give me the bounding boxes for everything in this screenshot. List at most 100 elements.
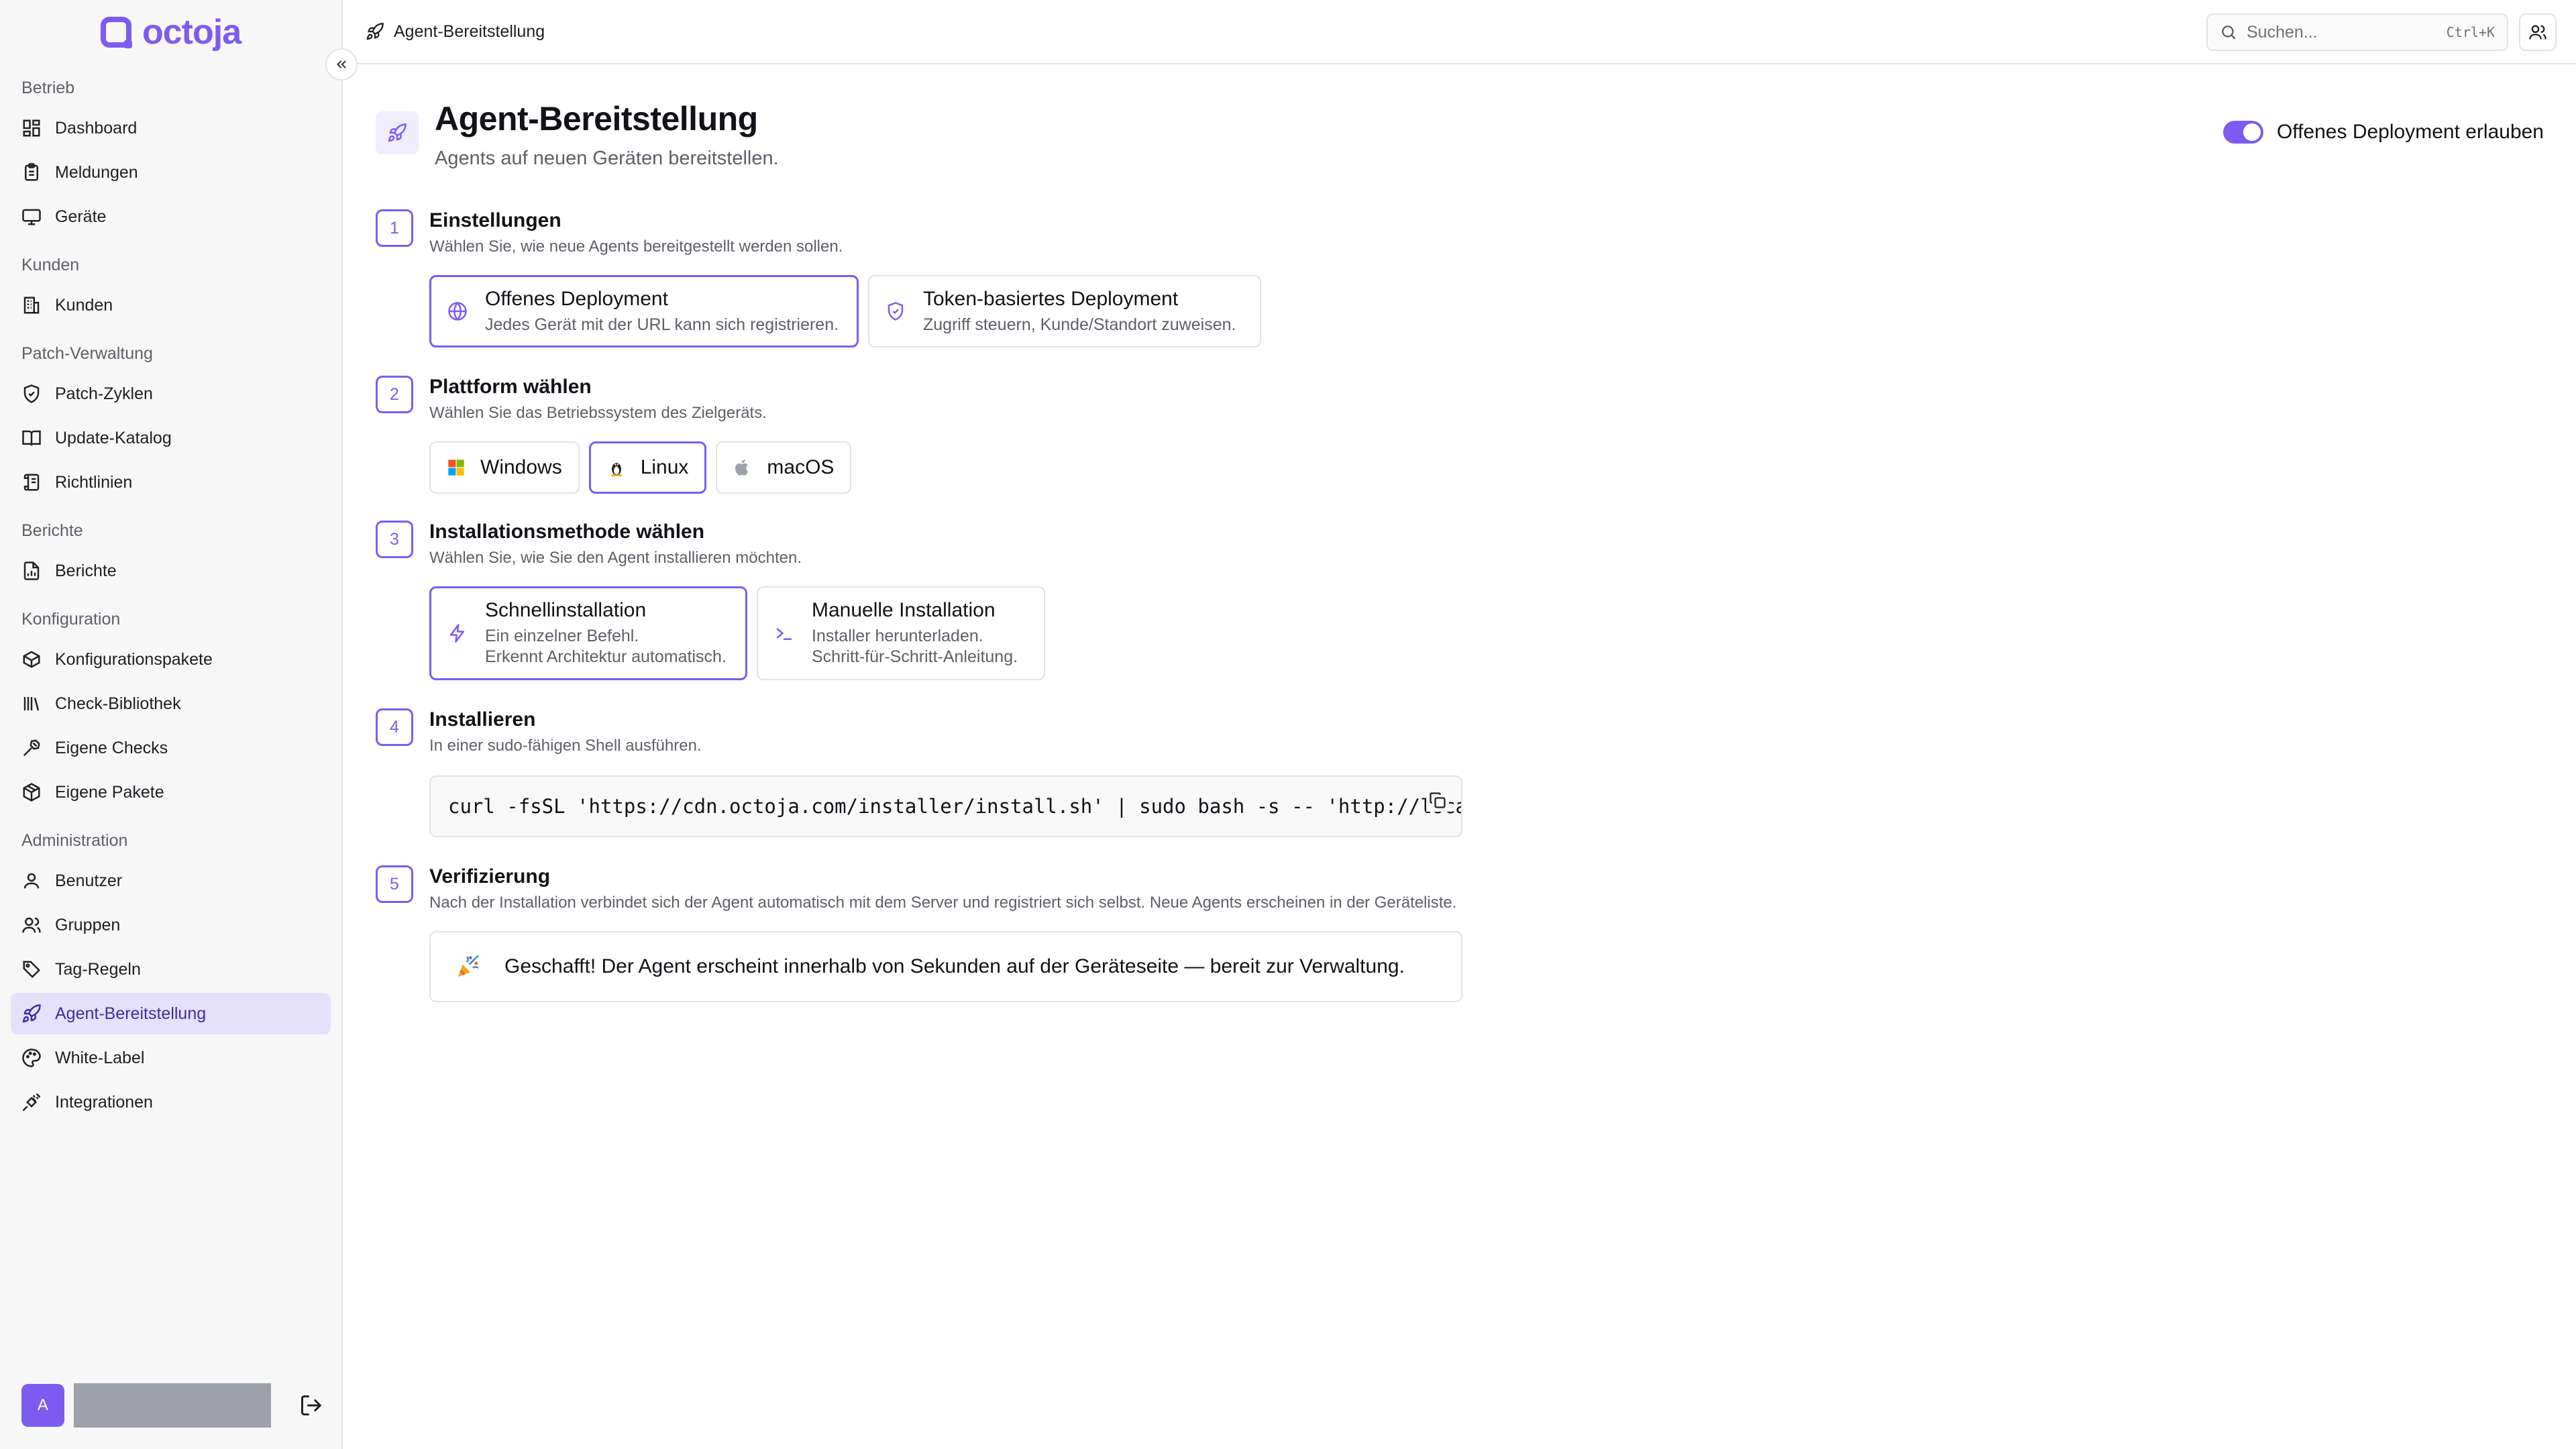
sidebar-item-dashboard[interactable]: Dashboard — [11, 107, 331, 149]
sidebar-item-label: Meldungen — [55, 162, 138, 182]
logo[interactable]: octoja — [0, 0, 341, 64]
sidebar-item-tag-regeln[interactable]: Tag-Regeln — [11, 949, 331, 990]
option-description-line-2: Schritt-für-Schritt-Anleitung. — [812, 647, 1018, 666]
tag-icon — [23, 961, 41, 979]
terminal-icon — [776, 628, 792, 640]
sidebar-item-label: White-Label — [55, 1048, 145, 1067]
sidebar-item-label: Tag-Regeln — [55, 959, 141, 979]
open-deployment-toggle-row: Offenes Deployment erlauben — [2222, 121, 2544, 144]
option-manual-install[interactable]: Manuelle Installation Installer herunter… — [757, 586, 1045, 680]
octoja-logo-icon — [101, 17, 132, 48]
users-icon — [22, 917, 41, 933]
globe-icon — [448, 302, 467, 321]
platform-macos[interactable]: macOS — [716, 441, 852, 494]
book-icon — [22, 430, 41, 446]
open-deployment-toggle[interactable] — [2222, 121, 2263, 144]
sidebar-item-white-label[interactable]: White-Label — [11, 1037, 331, 1079]
option-description-line-2: Erkennt Architektur automatisch. — [485, 647, 727, 666]
sidebar-item-check-bibliothek[interactable]: Check-Bibliothek — [11, 683, 331, 724]
shield-icon — [23, 384, 40, 403]
user-name-redacted — [73, 1383, 272, 1428]
platform-linux[interactable]: Linux — [588, 441, 707, 494]
sidebar-item-label: Check-Bibliothek — [55, 694, 181, 713]
sidebar-item-kunden[interactable]: Kunden — [11, 284, 331, 326]
logout-icon[interactable] — [299, 1393, 323, 1417]
group-label-betrieb: Betrieb — [21, 78, 75, 97]
account-button[interactable] — [2519, 13, 2557, 51]
user-icon — [23, 873, 40, 889]
page-title: Agent-Bereitstellung — [435, 100, 758, 138]
search-placeholder: Suchen... — [2247, 22, 2318, 42]
building-icon — [23, 297, 40, 314]
step-title: Installieren — [429, 708, 536, 731]
sidebar-item-eigene-pakete[interactable]: Eigene Pakete — [11, 771, 331, 813]
sidebar-item-label: Gruppen — [55, 915, 121, 934]
sidebar-item-patch-zyklen[interactable]: Patch-Zyklen — [11, 373, 331, 415]
install-command-box[interactable]: curl -fsSL 'https://cdn.octoja.com/insta… — [429, 775, 1462, 837]
clipboard-icon — [25, 163, 38, 181]
search-icon — [2222, 25, 2236, 40]
search-shortcut: Ctrl+K — [2446, 24, 2495, 40]
sidebar-item-label: Benutzer — [55, 871, 123, 890]
search-input[interactable]: Suchen... Ctrl+K — [2206, 13, 2508, 51]
group-label-berichte: Berichte — [21, 521, 83, 540]
sidebar-item-agent-bereitstellung[interactable]: Agent-Bereitstellung — [11, 993, 331, 1034]
install-command[interactable]: curl -fsSL 'https://cdn.octoja.com/insta… — [448, 795, 1461, 818]
option-title: Offenes Deployment — [485, 287, 668, 310]
sidebar-item-gruppen[interactable]: Gruppen — [11, 904, 331, 946]
sidebar-item-label: Eigene Checks — [55, 738, 168, 757]
step-number: 3 — [376, 521, 413, 558]
option-quick-install[interactable]: Schnellinstallation Ein einzelner Befehl… — [429, 586, 747, 680]
option-open-deployment[interactable]: Offenes Deployment Jedes Gerät mit der U… — [429, 275, 859, 347]
breadcrumb-label: Agent-Bereitstellung — [394, 21, 545, 41]
sidebar-item-benutzer[interactable]: Benutzer — [11, 860, 331, 902]
sidebar-item-label: Kunden — [55, 295, 113, 315]
step-number: 5 — [376, 865, 413, 903]
sidebar-item-integrationen[interactable]: Integrationen — [11, 1081, 331, 1123]
option-title: Manuelle Installation — [812, 599, 996, 621]
platform-windows[interactable]: Windows — [429, 441, 580, 494]
collapse-sidebar-button[interactable] — [325, 48, 358, 80]
group-label-kunden: Kunden — [21, 256, 80, 274]
sidebar-item-label: Richtlinien — [55, 472, 133, 492]
success-message-box: Geschafft! Der Agent erscheint innerhalb… — [429, 931, 1462, 1002]
step-description: Wählen Sie, wie Sie den Agent installier… — [429, 549, 802, 567]
plug-icon — [22, 1093, 41, 1112]
option-title: Schnellinstallation — [485, 599, 647, 621]
shield-check-icon — [888, 302, 904, 321]
sidebar-item-berichte[interactable]: Berichte — [11, 550, 331, 592]
user-panel: A — [21, 1383, 323, 1428]
rocket-icon — [22, 1004, 41, 1023]
copy-button[interactable] — [1426, 789, 1449, 812]
rocket-icon — [388, 123, 407, 142]
page-icon — [376, 111, 419, 154]
sidebar: octoja Betrieb Dashboard Meldungen Gerät… — [0, 0, 358, 1449]
library-icon — [23, 697, 40, 711]
sidebar-item-geraete[interactable]: Geräte — [11, 196, 331, 237]
platform-label: macOS — [767, 456, 835, 478]
success-text: Geschafft! Der Agent erscheint innerhalb… — [504, 955, 1405, 977]
sidebar-item-meldungen[interactable]: Meldungen — [11, 152, 331, 193]
sidebar-item-update-katalog[interactable]: Update-Katalog — [11, 417, 331, 459]
platform-label: Windows — [480, 456, 562, 478]
apple-icon — [735, 459, 749, 476]
option-description-line-1: Installer herunterladen. — [812, 627, 983, 645]
avatar[interactable]: A — [21, 1384, 64, 1427]
scroll-icon — [23, 474, 40, 491]
dashboard-icon — [23, 119, 40, 137]
step-description: Nach der Installation verbindet sich der… — [429, 894, 1457, 912]
option-description-line-1: Ein einzelner Befehl. — [485, 627, 639, 645]
step-description: Wählen Sie, wie neue Agents bereitgestel… — [429, 237, 843, 256]
sidebar-item-eigene-checks[interactable]: Eigene Checks — [11, 727, 331, 769]
option-token-deployment[interactable]: Token-basiertes Deployment Zugriff steue… — [868, 275, 1261, 347]
group-label-patch-verwaltung: Patch-Verwaltung — [21, 344, 153, 363]
hammer-icon — [23, 739, 40, 757]
option-title: Token-basiertes Deployment — [923, 287, 1179, 310]
sidebar-item-label: Integrationen — [55, 1092, 153, 1112]
step-title: Installationsmethode wählen — [429, 521, 705, 543]
sidebar-item-konfigurationspakete[interactable]: Konfigurationspakete — [11, 639, 331, 680]
page-subtitle: Agents auf neuen Geräten bereitstellen. — [435, 148, 779, 169]
sidebar-item-richtlinien[interactable]: Richtlinien — [11, 462, 331, 503]
sidebar-item-label: Agent-Bereitstellung — [55, 1004, 207, 1023]
sidebar-item-label: Patch-Zyklen — [55, 384, 153, 403]
